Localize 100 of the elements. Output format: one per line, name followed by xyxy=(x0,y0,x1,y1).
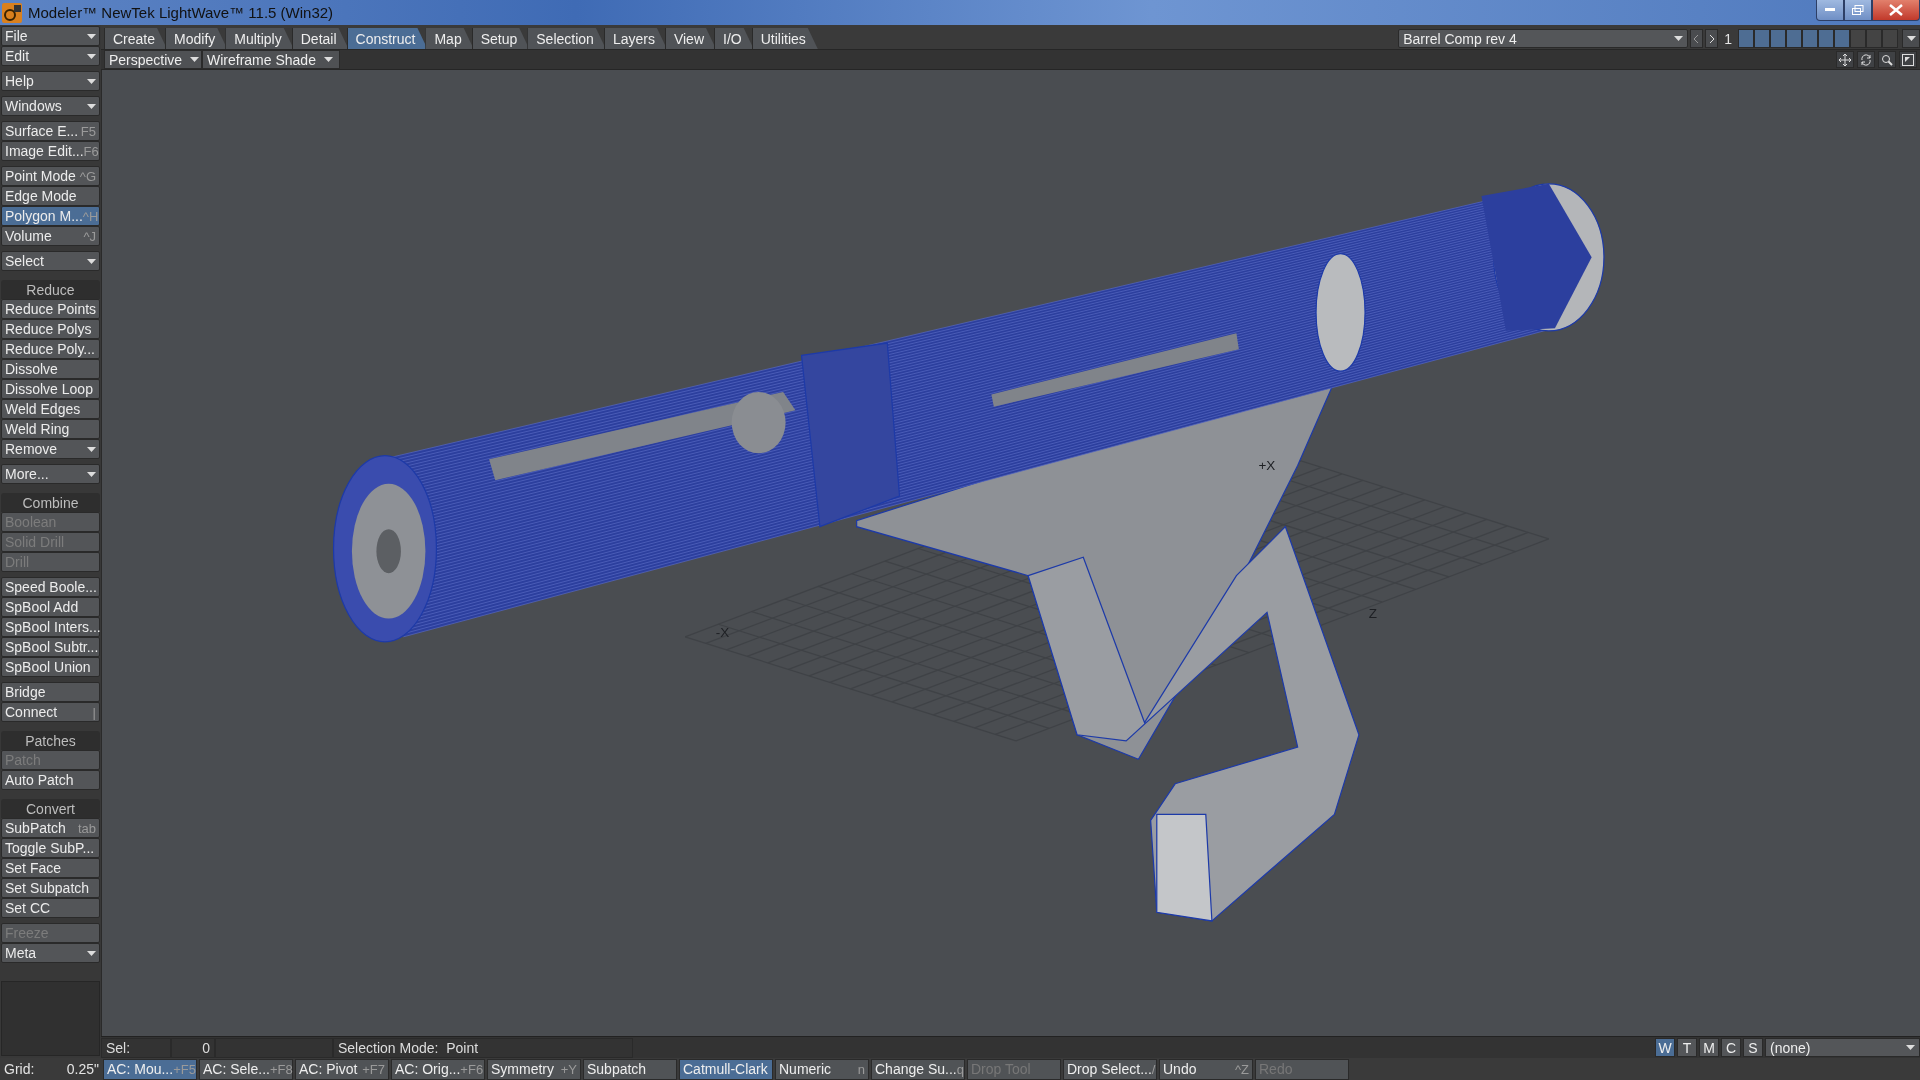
menu-tab[interactable]: Utilities xyxy=(751,28,818,49)
tool-button[interactable]: Image Edit...F6 xyxy=(1,141,100,161)
view-toggle-button[interactable]: W xyxy=(1655,1038,1675,1057)
tool-button[interactable]: Point Mode ^G xyxy=(1,166,100,186)
tool-button[interactable]: Reduce Points xyxy=(1,299,100,319)
tool-button[interactable]: Dissolve xyxy=(1,359,100,379)
menu-button[interactable]: Help xyxy=(1,71,100,91)
toolbar-button[interactable]: AC: Mou...+F5 xyxy=(103,1058,197,1080)
tool-button[interactable]: Weld Edges xyxy=(1,399,100,419)
layer-toggle[interactable] xyxy=(1882,29,1898,48)
tool-button[interactable]: Weld Ring xyxy=(1,419,100,439)
layer-toggle[interactable] xyxy=(1866,29,1882,48)
section-header: Patches xyxy=(1,731,100,750)
chevron-right-icon xyxy=(1709,34,1715,43)
tool-button[interactable]: SpBool Add xyxy=(1,597,100,617)
view-toggle-button[interactable]: M xyxy=(1699,1038,1719,1057)
close-icon xyxy=(1889,4,1903,16)
tool-button[interactable]: Polygon M...^H xyxy=(1,206,100,226)
menu-button[interactable]: Remove xyxy=(1,439,100,459)
tool-button[interactable]: Connect | xyxy=(1,702,100,722)
layer-toggle[interactable] xyxy=(1850,29,1866,48)
tool-button[interactable]: Bridge xyxy=(1,682,100,702)
toolbar-button[interactable]: Change Su...q xyxy=(871,1058,965,1080)
zoom-icon[interactable] xyxy=(1878,51,1896,68)
menu-button[interactable]: Meta xyxy=(1,943,100,963)
tool-button[interactable]: Reduce Poly... xyxy=(1,339,100,359)
toolbar-button[interactable]: AC: Pivot +F7 xyxy=(295,1058,389,1080)
maximize-view-icon[interactable] xyxy=(1899,51,1917,68)
move-icon[interactable] xyxy=(1836,51,1854,68)
menu-tab[interactable]: Modify xyxy=(165,28,228,49)
toolbar-button[interactable]: Drop Select.../ xyxy=(1063,1058,1157,1080)
tool-button[interactable]: Set CC xyxy=(1,898,100,918)
dropdown-caret-icon xyxy=(87,53,96,59)
tool-button[interactable]: Set Subpatch xyxy=(1,878,100,898)
view-toggle-button[interactable]: S xyxy=(1743,1038,1763,1057)
layer-toggle[interactable] xyxy=(1786,29,1802,48)
menu-tab[interactable]: Layers xyxy=(603,28,667,49)
menu-tab[interactable]: Setup xyxy=(471,28,530,49)
toolbar-button[interactable]: Numeric n xyxy=(775,1058,869,1080)
minimize-button[interactable] xyxy=(1816,0,1844,21)
menu-tab[interactable]: Detail xyxy=(291,28,349,49)
tool-button[interactable]: Reduce Polys xyxy=(1,319,100,339)
menu-button[interactable]: File xyxy=(1,26,100,46)
toolbar-button[interactable]: Symmetry +Y xyxy=(487,1058,581,1080)
dropdown-caret-icon xyxy=(87,258,96,264)
tool-button[interactable]: Volume ^J xyxy=(1,226,100,246)
layer-toggle[interactable] xyxy=(1802,29,1818,48)
toolbar-button[interactable]: AC: Orig...+F6 xyxy=(391,1058,485,1080)
menu-tab[interactable]: Map xyxy=(425,28,474,49)
maximize-button[interactable] xyxy=(1844,0,1872,21)
toolbar-button[interactable]: AC: Sele...+F8 xyxy=(199,1058,293,1080)
tool-button[interactable]: SpBool Inters... xyxy=(1,617,100,637)
tool-button[interactable]: SpBool Subtr... xyxy=(1,637,100,657)
menu-tab[interactable]: Create xyxy=(104,28,168,49)
toolbar-button[interactable]: Catmull-Clark xyxy=(679,1058,773,1080)
dropdown-caret-icon xyxy=(87,471,96,477)
minimize-icon xyxy=(1825,8,1835,12)
vertex-map-dropdown[interactable]: (none) xyxy=(1765,1038,1920,1057)
dropdown-caret-icon xyxy=(1906,1045,1915,1050)
layer-toggle[interactable] xyxy=(1770,29,1786,48)
menu-button[interactable]: Windows xyxy=(1,96,100,116)
view-toggle-button[interactable]: T xyxy=(1677,1038,1697,1057)
tool-button[interactable]: Speed Boole... xyxy=(1,577,100,597)
menu-tab[interactable]: Construct xyxy=(346,28,428,49)
chevron-left-icon xyxy=(1694,34,1700,43)
selection-mode-text: Selection Mode: Point xyxy=(333,1037,633,1058)
tool-button[interactable]: Set Face xyxy=(1,858,100,878)
tool-button[interactable]: Surface E... F5 xyxy=(1,121,100,141)
menu-tab[interactable]: I/O xyxy=(714,28,754,49)
sel-count: 0 xyxy=(171,1037,215,1058)
view-dropdown[interactable]: Perspective xyxy=(104,50,202,69)
layer-toggle[interactable] xyxy=(1834,29,1850,48)
layer-toggle[interactable] xyxy=(1818,29,1834,48)
view-toggle-button[interactable]: C xyxy=(1721,1038,1741,1057)
tool-button[interactable]: Edge Mode xyxy=(1,186,100,206)
tool-button[interactable]: Auto Patch xyxy=(1,770,100,790)
tool-button[interactable]: SpBool Union xyxy=(1,657,100,677)
tool-button[interactable]: Dissolve Loop xyxy=(1,379,100,399)
tool-button[interactable]: SubPatch tab xyxy=(1,818,100,838)
section-header: Convert xyxy=(1,799,100,818)
layer-toggle[interactable] xyxy=(1738,29,1754,48)
section-header: Reduce xyxy=(1,280,100,299)
close-button[interactable] xyxy=(1872,0,1920,21)
rotate-icon[interactable] xyxy=(1857,51,1875,68)
object-dropdown[interactable]: Barrel Comp rev 4 xyxy=(1398,29,1689,48)
toolbar-button[interactable]: Undo ^Z xyxy=(1159,1058,1253,1080)
menu-tab[interactable]: View xyxy=(664,28,716,49)
menu-button[interactable]: More... xyxy=(1,464,100,484)
next-button[interactable] xyxy=(1705,29,1719,48)
dropdown-caret-button[interactable] xyxy=(1902,29,1920,48)
tool-button[interactable]: Toggle SubP... xyxy=(1,838,100,858)
menu-tab[interactable]: Selection xyxy=(527,28,606,49)
shading-dropdown[interactable]: Wireframe Shade xyxy=(202,50,340,69)
menu-tab[interactable]: Multiply xyxy=(225,28,294,49)
menu-button[interactable]: Select xyxy=(1,251,100,271)
previous-button[interactable] xyxy=(1690,29,1704,48)
axis-label: +X xyxy=(1258,458,1276,474)
toolbar-button[interactable]: Subpatch xyxy=(583,1058,677,1080)
layer-toggle[interactable] xyxy=(1754,29,1770,48)
menu-button[interactable]: Edit xyxy=(1,46,100,66)
